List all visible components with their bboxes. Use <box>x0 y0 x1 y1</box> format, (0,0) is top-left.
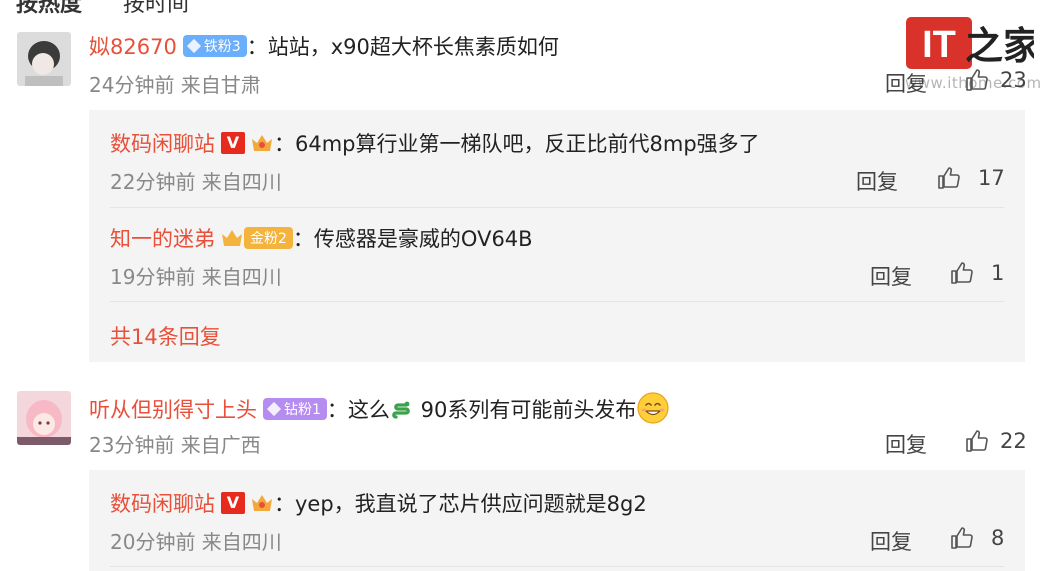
smile-emoji-icon <box>637 392 669 424</box>
tab-hot[interactable]: 按热度 <box>16 0 82 17</box>
crown-icon <box>222 230 242 246</box>
fan-badge: 铁粉3 <box>182 35 247 57</box>
svg-text:IT: IT <box>922 24 956 66</box>
crown-icon <box>252 495 272 511</box>
divider <box>110 207 1004 208</box>
comment-text: 90系列有可能前头发布 <box>413 398 637 422</box>
like-count: 23 <box>1000 68 1027 92</box>
divider <box>110 301 1004 302</box>
reply-meta: 20分钟前 来自四川 <box>110 530 282 554</box>
divider <box>110 566 1004 567</box>
username[interactable]: 听从但别得寸上头 <box>89 398 257 422</box>
crown-icon <box>252 135 272 151</box>
reply-text: ：yep，我直说了芯片供应问题就是8g2 <box>274 492 647 516</box>
reply-header: 数码闲聊站 V ：64mp算行业第一梯队吧，反正比前代8mp强多了 <box>110 128 760 158</box>
snake-emoji-icon <box>392 401 410 419</box>
username[interactable]: 姒82670 <box>89 35 177 59</box>
reply-button[interactable]: 回复 <box>885 68 927 98</box>
like-count: 1 <box>991 261 1005 285</box>
more-replies-link[interactable]: 共14条回复 <box>110 321 221 351</box>
avatar[interactable] <box>17 391 71 445</box>
reply-meta: 22分钟前 来自四川 <box>110 170 282 194</box>
reply-header: 数码闲聊站 V ：yep，我直说了芯片供应问题就是8g2 <box>110 488 647 518</box>
like-button[interactable] <box>950 261 974 289</box>
like-button[interactable] <box>965 68 989 96</box>
reply-meta: 19分钟前 来自四川 <box>110 265 282 289</box>
fan-badge: 金粉2 <box>244 227 293 249</box>
comment-text: ：这么 <box>326 398 390 422</box>
reply-header: 知一的迷弟 金粉2 ：传感器是豪威的OV64B <box>110 223 533 253</box>
avatar[interactable] <box>17 32 71 86</box>
comment-text: ：站站，x90超大杯长焦素质如何 <box>246 35 559 59</box>
reply-button[interactable]: 回复 <box>870 261 912 291</box>
like-count: 22 <box>1000 429 1027 453</box>
thumbs-up-icon <box>966 430 988 452</box>
diamond-icon <box>186 38 201 54</box>
thumbs-up-icon <box>966 69 988 91</box>
reply-button[interactable]: 回复 <box>870 526 912 556</box>
like-button[interactable] <box>950 526 974 554</box>
fan-badge: 钻粉1 <box>263 398 327 420</box>
diamond-icon <box>266 401 282 417</box>
username[interactable]: 数码闲聊站 <box>110 492 215 516</box>
reply-button[interactable]: 回复 <box>885 429 927 459</box>
comment-meta: 23分钟前 来自广西 <box>89 433 261 457</box>
like-button[interactable] <box>937 166 961 194</box>
reply-text: ：64mp算行业第一梯队吧，反正比前代8mp强多了 <box>274 132 760 156</box>
reply-text: ：传感器是豪威的OV64B <box>292 227 533 251</box>
verified-v-icon: V <box>221 132 245 154</box>
comment-meta: 24分钟前 来自甘肃 <box>89 73 261 97</box>
sort-tabs: 按热度 按时间 <box>16 0 223 18</box>
like-button[interactable] <box>965 429 989 457</box>
comment-header: 姒82670 铁粉3 ：站站，x90超大杯长焦素质如何 <box>89 31 559 61</box>
thumbs-up-icon <box>938 167 960 189</box>
thumbs-up-icon <box>951 527 973 549</box>
tab-time[interactable]: 按时间 <box>123 0 189 17</box>
username[interactable]: 数码闲聊站 <box>110 132 215 156</box>
like-count: 17 <box>978 166 1005 190</box>
reply-button[interactable]: 回复 <box>856 166 898 196</box>
svg-text:之家: 之家 <box>965 24 1034 68</box>
comment-header: 听从但别得寸上头 钻粉1 ：这么 90系列有可能前头发布 <box>89 391 670 425</box>
verified-v-icon: V <box>221 492 245 514</box>
like-count: 8 <box>991 526 1005 550</box>
thumbs-up-icon <box>951 262 973 284</box>
username[interactable]: 知一的迷弟 <box>110 227 215 251</box>
